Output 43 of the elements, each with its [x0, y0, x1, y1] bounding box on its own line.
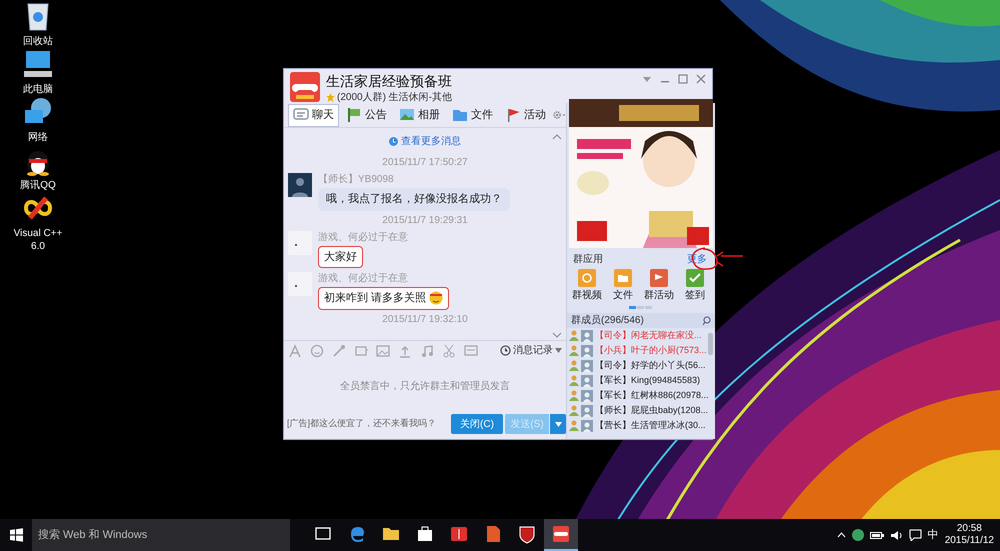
scroll-down-icon[interactable]: [552, 332, 562, 338]
clock-icon: [500, 345, 511, 356]
caret-icon: [554, 422, 562, 426]
avatar-icon: [288, 272, 312, 296]
tab[interactable]: 公告: [341, 104, 392, 126]
tab[interactable]: 活动: [500, 104, 551, 126]
caret-icon: [555, 348, 562, 353]
tab[interactable]: 相册: [394, 104, 445, 126]
flag-icon: [346, 107, 362, 123]
avatar-icon: [288, 173, 312, 197]
icon-label: 腾讯QQ: [19, 179, 57, 192]
ad-text[interactable]: [广告]都这么便宜了，还不来看我吗？: [287, 417, 436, 431]
avatar-icon: [288, 230, 312, 254]
timestamp: 2015/11/7 17:50:27: [381, 157, 469, 169]
icon-label: Visual C++ 6.0: [12, 227, 64, 253]
emoji-icon: [429, 291, 444, 306]
sender-name: 【师长】YB9098: [318, 173, 394, 186]
icon-label: 网络: [27, 131, 49, 144]
message-bubble: 初来咋到 请多多关照: [318, 287, 450, 310]
icon-label: 回收站: [22, 35, 54, 48]
muted-notice: 全员禁言中，只允许群主和管理员发言: [340, 380, 510, 394]
close-button[interactable]: 关闭(C): [451, 414, 503, 434]
more-messages-link[interactable]: 查看更多消息: [401, 134, 461, 149]
flag-icon: [505, 107, 521, 123]
computer-icon[interactable]: [22, 48, 54, 80]
message-bubble: 大家好: [318, 246, 363, 268]
folder-icon: [452, 107, 468, 123]
search-field[interactable]: 搜索 Web 和 Windows: [32, 519, 290, 551]
sender-name: 游戏、何必过于在意: [318, 230, 408, 244]
window-title: 生活家居经验预备班: [326, 72, 452, 90]
history-button[interactable]: 消息记录: [500, 343, 562, 358]
sender-name: 游戏、何必过于在意: [318, 272, 408, 285]
star-icon: [326, 93, 335, 102]
scroll-up-icon[interactable]: [552, 134, 562, 140]
timestamp: 2015/11/7 19:32:10: [381, 314, 469, 326]
message-bubble: 哦，我点了报名，好像没报名成功？: [318, 188, 510, 210]
icon-label: 此电脑: [22, 83, 54, 96]
tab[interactable]: 文件: [447, 104, 498, 126]
timestamp: 2015/11/7 19:29:31: [381, 214, 469, 226]
group-info: (2000人群) 生活休闲-其他: [337, 90, 452, 105]
photo-icon: [399, 107, 415, 123]
tab[interactable]: 聊天: [288, 104, 339, 126]
clock-icon: [389, 137, 398, 146]
